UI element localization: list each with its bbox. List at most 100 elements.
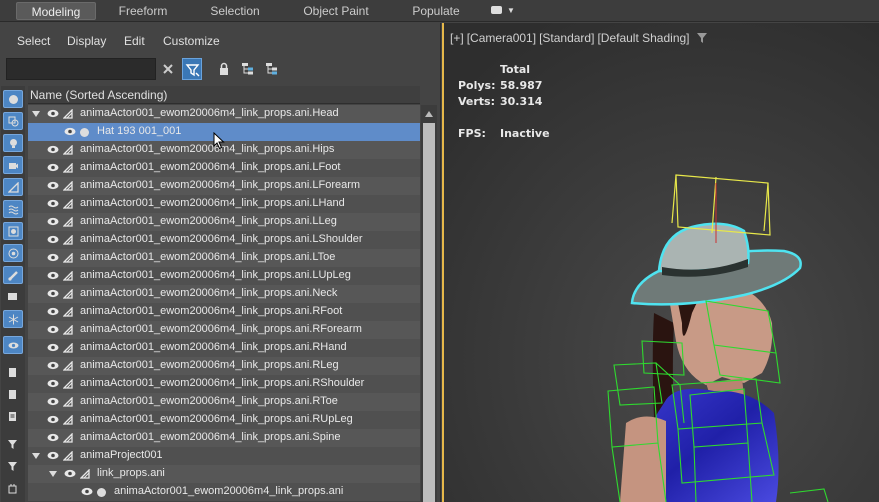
tab-object-paint[interactable]: Object Paint [292, 2, 380, 20]
eye-icon[interactable] [47, 415, 59, 424]
eye-icon[interactable] [47, 307, 59, 316]
expand-arrow-icon[interactable] [49, 471, 57, 477]
funnel-icon [8, 462, 17, 471]
filter-frozen-button[interactable] [3, 310, 23, 328]
eye-icon[interactable] [47, 145, 59, 154]
tree-row[interactable]: animaActor001_ewom20006m4_link_props.ani… [28, 411, 420, 429]
eye-icon[interactable] [47, 451, 59, 460]
eye-icon[interactable] [64, 469, 76, 478]
display-none-button[interactable] [3, 386, 23, 404]
filter-spacewarps-button[interactable] [3, 200, 23, 218]
eye-icon[interactable] [47, 235, 59, 244]
filter-xrefs-button[interactable] [3, 244, 23, 262]
filter-shapes-button[interactable] [3, 112, 23, 130]
tree-scrollbar[interactable] [421, 105, 437, 502]
filter-hidden-button[interactable] [3, 336, 23, 354]
eye-icon[interactable] [47, 343, 59, 352]
bone-icon [80, 469, 90, 479]
menu-customize[interactable]: Customize [163, 34, 220, 48]
dependency-button[interactable] [3, 480, 23, 498]
hierarchy-button[interactable] [237, 58, 257, 80]
filter-by-selection-button[interactable] [3, 436, 23, 454]
filter-toggle-button[interactable] [182, 58, 202, 80]
light-bulb-icon [10, 139, 17, 148]
layer-hierarchy-button[interactable] [261, 58, 281, 80]
eye-icon[interactable] [47, 181, 59, 190]
search-input[interactable] [6, 58, 156, 80]
invert-display-button[interactable] [3, 408, 23, 426]
eye-icon[interactable] [47, 379, 59, 388]
tree-row[interactable]: link_props.ani [28, 465, 420, 483]
tree-row[interactable]: animaActor001_ewom20006m4_link_props.ani… [28, 321, 420, 339]
viewport-camera001[interactable]: [+] [Camera001] [Standard] [Default Shading… [442, 23, 879, 502]
eye-icon[interactable] [47, 361, 59, 370]
viewport-shading-menu[interactable]: [Default Shading] [597, 31, 689, 45]
eye-icon[interactable] [81, 487, 93, 496]
filter-geometry-button[interactable] [3, 90, 23, 108]
bone-icon [63, 163, 73, 173]
eye-icon[interactable] [47, 433, 59, 442]
filter-containers-button[interactable] [3, 288, 23, 306]
tree-row-label: animaActor001_ewom20006m4_link_props.ani [114, 485, 344, 497]
display-all-button[interactable] [3, 364, 23, 382]
tree-row[interactable]: animaActor001_ewom20006m4_link_props.ani… [28, 195, 420, 213]
bone-icon [63, 109, 73, 119]
tree-row[interactable]: animaActor001_ewom20006m4_link_props.ani… [28, 339, 420, 357]
tree-row[interactable]: animaActor001_ewom20006m4_link_props.ani… [28, 429, 420, 447]
lock-button[interactable] [214, 58, 234, 80]
scroll-up-arrow-icon[interactable] [425, 111, 433, 117]
tree-row[interactable]: animaActor001_ewom20006m4_link_props.ani… [28, 267, 420, 285]
expand-arrow-icon[interactable] [32, 453, 40, 459]
tree-row[interactable]: animaActor001_ewom20006m4_link_props.ani [28, 483, 420, 501]
tree-row[interactable]: animaActor001_ewom20006m4_link_props.ani… [28, 303, 420, 321]
filter-groups-button[interactable] [3, 222, 23, 240]
eye-icon[interactable] [47, 271, 59, 280]
eye-icon[interactable] [47, 109, 59, 118]
tree-row[interactable]: animaActor001_ewom20006m4_link_props.ani… [28, 231, 420, 249]
viewport-standard-menu[interactable]: [Standard] [539, 31, 594, 45]
tree-row[interactable]: animaActor001_ewom20006m4_link_props.ani… [28, 159, 420, 177]
tree-row-label: animaActor001_ewom20006m4_link_props.ani… [80, 215, 337, 227]
eye-icon[interactable] [47, 397, 59, 406]
tree-row[interactable]: animaActor001_ewom20006m4_link_props.ani… [28, 213, 420, 231]
tree-row[interactable]: animaActor001_ewom20006m4_link_props.ani… [28, 357, 420, 375]
eye-icon[interactable] [47, 289, 59, 298]
clear-search-button[interactable] [158, 58, 178, 80]
tab-selection[interactable]: Selection [192, 2, 278, 20]
stats-polys-value: 58.987 [500, 79, 543, 92]
tree-row[interactable]: animaActor001_ewom20006m4_link_props.ani… [28, 285, 420, 303]
filter-lights-button[interactable] [3, 134, 23, 152]
stats-polys-label: Polys: [458, 79, 496, 92]
ribbon-options-button[interactable]: ▼ [488, 3, 518, 18]
eye-icon[interactable] [47, 217, 59, 226]
scrollbar-thumb[interactable] [423, 123, 435, 502]
filter-cameras-button[interactable] [3, 156, 23, 174]
tab-freeform[interactable]: Freeform [100, 2, 186, 20]
viewport-plus-menu[interactable]: [+] [450, 31, 464, 45]
eye-icon[interactable] [47, 253, 59, 262]
tree-row[interactable]: animaActor001_ewom20006m4_link_props.ani… [28, 249, 420, 267]
tree-row-label: animaActor001_ewom20006m4_link_props.ani… [80, 395, 338, 407]
tab-populate[interactable]: Populate [394, 2, 478, 20]
funnel-button[interactable] [3, 458, 23, 476]
funnel-icon[interactable] [696, 32, 708, 44]
eye-icon[interactable] [47, 199, 59, 208]
tree-row[interactable]: animaActor001_ewom20006m4_link_props.ani… [28, 105, 420, 123]
tab-modeling[interactable]: Modeling [16, 2, 96, 20]
eye-icon[interactable] [47, 163, 59, 172]
tree-row[interactable]: animaActor001_ewom20006m4_link_props.ani… [28, 177, 420, 195]
eye-icon[interactable] [47, 325, 59, 334]
expand-arrow-icon[interactable] [32, 111, 40, 117]
tree-row[interactable]: animaActor001_ewom20006m4_link_props.ani… [28, 393, 420, 411]
viewport-camera-menu[interactable]: [Camera001] [467, 31, 536, 45]
column-header-name[interactable]: Name (Sorted Ascending) [28, 86, 420, 104]
tree-row[interactable]: animaProject001 [28, 447, 420, 465]
eye-icon[interactable] [64, 127, 76, 136]
viewport-label-menu[interactable]: [+] [Camera001] [Standard] [Default Shading… [450, 31, 708, 45]
menu-edit[interactable]: Edit [124, 34, 145, 48]
filter-bones-button[interactable] [3, 266, 23, 284]
menu-display[interactable]: Display [67, 34, 106, 48]
tree-row[interactable]: animaActor001_ewom20006m4_link_props.ani… [28, 375, 420, 393]
menu-select[interactable]: Select [17, 34, 50, 48]
filter-helpers-button[interactable] [3, 178, 23, 196]
